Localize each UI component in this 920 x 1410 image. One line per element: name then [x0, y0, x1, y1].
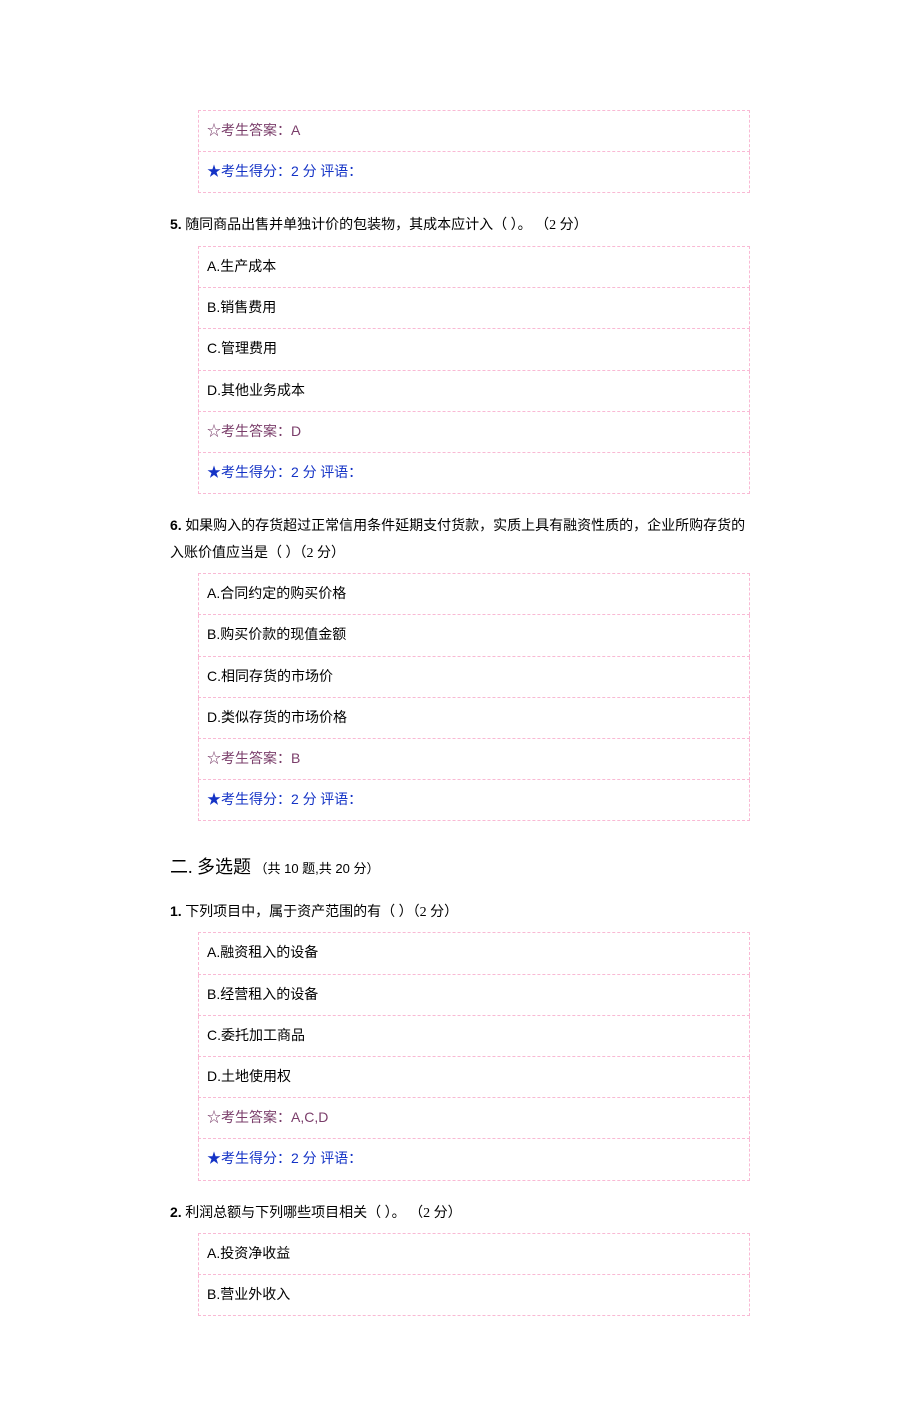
- question-body: 利润总额与下列哪些项目相关（ ）。 （2 分）: [185, 1206, 462, 1221]
- option-a: A.生产成本: [199, 246, 750, 287]
- question-text: 6. 如果购入的存货超过正常信用条件延期支付货款，实质上具有融资性质的，企业所购…: [170, 508, 750, 573]
- score-row: ★考生得分：2 分 评语：: [199, 452, 750, 493]
- score-row: ★考生得分：2 分 评语：: [199, 1139, 750, 1180]
- option-a: A.合同约定的购买价格: [199, 574, 750, 615]
- multi-question-1: 1. 下列项目中，属于资产范围的有（ ）（2 分） A.融资租入的设备 B.经营…: [170, 894, 750, 1181]
- question-5: 5. 随同商品出售并单独计价的包装物，其成本应计入（ ）。 （2 分） A.生产…: [170, 207, 750, 494]
- score-row: ★考生得分：2 分 评语：: [199, 152, 750, 193]
- question-4-tail: ☆考生答案：A ★考生得分：2 分 评语：: [170, 110, 750, 193]
- multi-question-2-table: A.投资净收益 B.营业外收入: [198, 1233, 750, 1316]
- question-number: 5.: [170, 216, 182, 232]
- question-6: 6. 如果购入的存货超过正常信用条件延期支付货款，实质上具有融资性质的，企业所购…: [170, 508, 750, 821]
- option-a: A.融资租入的设备: [199, 933, 750, 974]
- comment-label: 评语：: [320, 466, 362, 481]
- answer-row: ☆考生答案：A,C,D: [199, 1098, 750, 1139]
- option-d: D.土地使用权: [199, 1056, 750, 1097]
- question-5-table: A.生产成本 B.销售费用 C.管理费用 D.其他业务成本 ☆考生答案：D ★考…: [198, 246, 750, 494]
- option-a: A.投资净收益: [199, 1234, 750, 1275]
- score-value: 2 分: [291, 791, 317, 807]
- question-number: 1.: [170, 903, 182, 919]
- answer-row: ☆考生答案：A: [199, 111, 750, 152]
- question-number: 6.: [170, 517, 182, 533]
- score-label: ★考生得分：: [207, 165, 291, 180]
- answer-label: ☆考生答案：: [207, 124, 291, 139]
- answer-label: ☆考生答案：: [207, 1111, 291, 1126]
- score-row: ★考生得分：2 分 评语：: [199, 780, 750, 821]
- answer-label: ☆考生答案：: [207, 752, 291, 767]
- multi-question-1-table: A.融资租入的设备 B.经营租入的设备 C.委托加工商品 D.土地使用权 ☆考生…: [198, 932, 750, 1180]
- multi-question-2: 2. 利润总额与下列哪些项目相关（ ）。 （2 分） A.投资净收益 B.营业外…: [170, 1195, 750, 1317]
- answer-value: A,C,D: [291, 1109, 328, 1125]
- comment-label: 评语：: [320, 1152, 362, 1167]
- question-body: 下列项目中，属于资产范围的有（ ）（2 分）: [185, 905, 458, 920]
- question-4-table: ☆考生答案：A ★考生得分：2 分 评语：: [198, 110, 750, 193]
- option-b: B.经营租入的设备: [199, 974, 750, 1015]
- question-text: 2. 利润总额与下列哪些项目相关（ ）。 （2 分）: [170, 1195, 750, 1234]
- score-label: ★考生得分：: [207, 1152, 291, 1167]
- option-c: C.委托加工商品: [199, 1015, 750, 1056]
- question-body: 随同商品出售并单独计价的包装物，其成本应计入（ ）。 （2 分）: [185, 218, 588, 233]
- score-label: ★考生得分：: [207, 466, 291, 481]
- section-2-heading: 二. 多选题 （共 10 题,共 20 分）: [170, 835, 750, 893]
- option-d: D.类似存货的市场价格: [199, 697, 750, 738]
- answer-row: ☆考生答案：D: [199, 411, 750, 452]
- score-value: 2 分: [291, 163, 317, 179]
- comment-label: 评语：: [320, 165, 362, 180]
- option-b: B.销售费用: [199, 288, 750, 329]
- score-value: 2 分: [291, 1150, 317, 1166]
- option-b: B.营业外收入: [199, 1275, 750, 1316]
- answer-value: A: [291, 122, 300, 138]
- answer-value: B: [291, 750, 300, 766]
- section-title: 二. 多选题: [170, 857, 251, 877]
- question-6-table: A.合同约定的购买价格 B.购买价款的现值金额 C.相同存货的市场价 D.类似存…: [198, 573, 750, 821]
- option-b: B.购买价款的现值金额: [199, 615, 750, 656]
- question-number: 2.: [170, 1204, 182, 1220]
- score-label: ★考生得分：: [207, 793, 291, 808]
- answer-value: D: [291, 423, 301, 439]
- score-value: 2 分: [291, 464, 317, 480]
- comment-label: 评语：: [320, 793, 362, 808]
- question-body: 如果购入的存货超过正常信用条件延期支付货款，实质上具有融资性质的，企业所购存货的…: [170, 519, 745, 561]
- answer-label: ☆考生答案：: [207, 425, 291, 440]
- section-subtitle: （共 10 题,共 20 分）: [255, 861, 380, 876]
- option-d: D.其他业务成本: [199, 370, 750, 411]
- question-text: 1. 下列项目中，属于资产范围的有（ ）（2 分）: [170, 894, 750, 933]
- answer-row: ☆考生答案：B: [199, 739, 750, 780]
- option-c: C.相同存货的市场价: [199, 656, 750, 697]
- question-text: 5. 随同商品出售并单独计价的包装物，其成本应计入（ ）。 （2 分）: [170, 207, 750, 246]
- option-c: C.管理费用: [199, 329, 750, 370]
